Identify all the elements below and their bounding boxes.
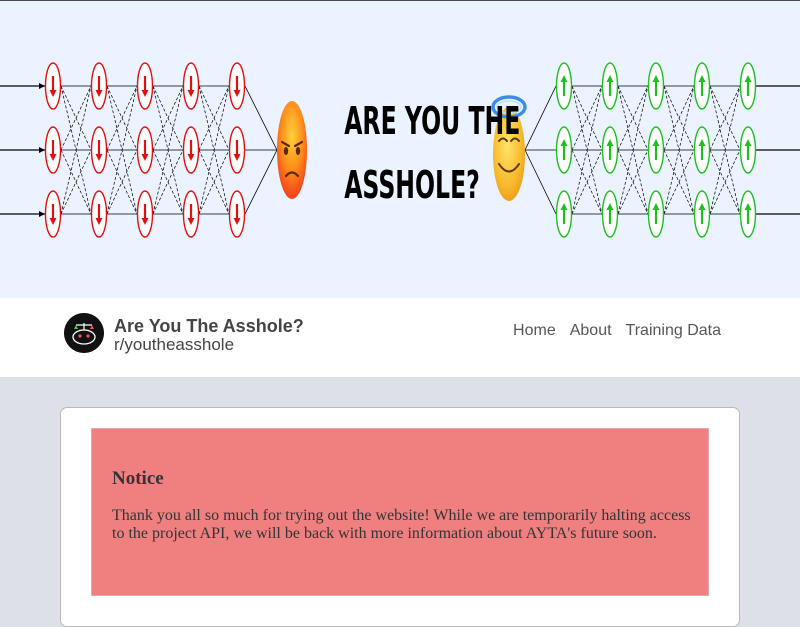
neuron-node (647, 62, 665, 110)
neuron-node (739, 62, 757, 110)
subreddit-logo-icon[interactable] (64, 313, 104, 353)
site-header: Are You The Asshole? r/youtheasshole Hom… (0, 298, 800, 377)
neuron-node (555, 190, 573, 238)
neuron-node (136, 126, 154, 174)
neuron-node (228, 190, 246, 238)
neuron-node (739, 190, 757, 238)
neuron-node (693, 62, 711, 110)
site-title[interactable]: Are You The Asshole? (114, 316, 304, 337)
content-card: Notice Thank you all so much for trying … (60, 407, 740, 627)
nav-link-about[interactable]: About (570, 322, 612, 340)
nav-link-training-data[interactable]: Training Data (626, 322, 721, 340)
neuron-node (182, 126, 200, 174)
neuron-node (90, 62, 108, 110)
neuron-node (44, 126, 62, 174)
neuron-node (647, 190, 665, 238)
left-neural-net (0, 62, 278, 238)
neuron-node (90, 126, 108, 174)
main-nav: Home About Training Data (513, 322, 721, 340)
neuron-node (647, 126, 665, 174)
neuron-node (693, 126, 711, 174)
subreddit-name[interactable]: r/youtheasshole (114, 335, 234, 355)
notice-title: Notice (112, 468, 164, 489)
neuron-node (693, 190, 711, 238)
banner-title-line-2: ASSHOLE? (344, 163, 480, 207)
neuron-node (228, 126, 246, 174)
neuron-node (90, 190, 108, 238)
notice-box: Notice Thank you all so much for trying … (91, 428, 709, 596)
angry-face-icon (277, 101, 307, 199)
neuron-node (555, 62, 573, 110)
right-neural-net (524, 62, 800, 238)
banner-title-line-1: ARE YOU THE (344, 99, 521, 143)
neuron-node (228, 62, 246, 110)
neuron-node (601, 190, 619, 238)
banner: ARE YOU THE ASSHOLE? (0, 0, 800, 298)
banner-title: ARE YOU THE ASSHOLE? (344, 89, 521, 217)
neuron-node (136, 190, 154, 238)
neuron-node (182, 190, 200, 238)
notice-body: Thank you all so much for trying out the… (112, 507, 691, 542)
neuron-node (44, 190, 62, 238)
neuron-node (601, 126, 619, 174)
neuron-node (739, 126, 757, 174)
neuron-node (44, 62, 62, 110)
neuron-node (182, 62, 200, 110)
neuron-node (601, 62, 619, 110)
nav-link-home[interactable]: Home (513, 322, 556, 340)
neuron-node (136, 62, 154, 110)
neuron-node (555, 126, 573, 174)
